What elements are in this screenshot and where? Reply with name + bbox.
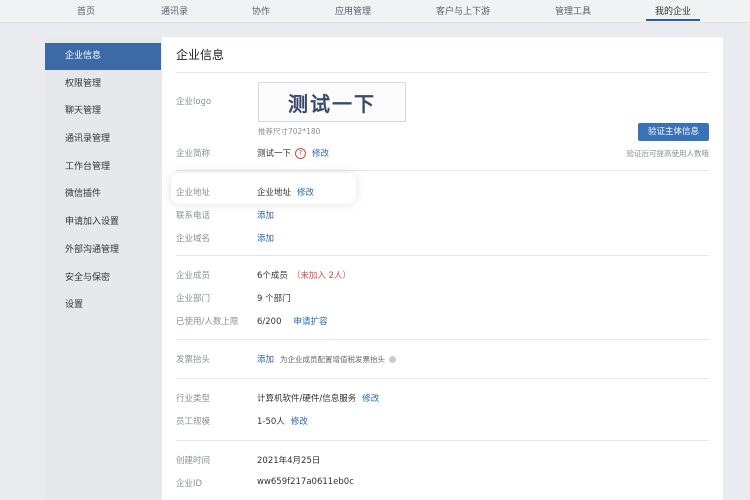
sidebar-item-contacts-management[interactable]: 通讯录管理 <box>45 126 161 153</box>
divider <box>176 170 709 171</box>
apply-expansion-link[interactable]: 申请扩容 <box>294 317 328 327</box>
sidebar-item-wechat-plugin[interactable]: 微信插件 <box>45 181 161 208</box>
divider <box>176 378 709 379</box>
tab-customers-partners[interactable]: 客户与上下游 <box>436 4 490 17</box>
address-value: 企业地址 <box>257 188 292 198</box>
logo-size-hint: 推荐尺寸702*180 <box>258 127 321 136</box>
edit-short-name-link[interactable]: 修改 <box>312 149 329 159</box>
divider <box>176 339 709 340</box>
tab-app-management[interactable]: 应用管理 <box>335 4 371 17</box>
edit-staff-link[interactable]: 修改 <box>291 417 308 427</box>
sidebar-item-external-communication[interactable]: 外部沟通管理 <box>45 237 161 264</box>
quota-label: 已使用/人数上限 <box>176 317 239 327</box>
staff-row: 1-50人 修改 <box>257 415 308 427</box>
address-row: 企业地址 修改 <box>257 186 314 198</box>
active-tab-indicator <box>646 19 700 21</box>
members-not-joined[interactable]: （未加入 2人） <box>292 271 351 281</box>
add-domain-link[interactable]: 添加 <box>257 234 274 244</box>
staff-label: 员工规模 <box>176 417 211 427</box>
tab-my-enterprise[interactable]: 我的企业 <box>655 4 691 17</box>
invoice-label: 发票抬头 <box>176 355 211 365</box>
short-name-label: 企业简称 <box>176 149 211 159</box>
page-title: 企业信息 <box>176 48 225 62</box>
verify-hint: 验证后可提高使用人数哦 <box>626 149 710 158</box>
top-nav: 首页 通讯录 协作 应用管理 客户与上下游 管理工具 我的企业 <box>0 0 750 23</box>
logo-label: 企业logo <box>176 97 212 107</box>
sidebar-item-join-settings[interactable]: 申请加入设置 <box>45 209 161 236</box>
corp-id-value: ww659f217a0611eb0c <box>257 477 354 487</box>
sidebar-item-permissions[interactable]: 权限管理 <box>45 71 161 98</box>
tab-collaboration[interactable]: 协作 <box>252 4 270 17</box>
sidebar: 企业信息 权限管理 聊天管理 通讯录管理 工作台管理 微信插件 申请加入设置 外… <box>45 37 161 500</box>
quota-row: 6/200 申请扩容 <box>257 315 328 327</box>
phone-label: 联系电话 <box>176 211 211 221</box>
tab-home[interactable]: 首页 <box>77 4 95 17</box>
main-panel: 企业信息 企业logo 测试一下 推荐尺寸702*180 验证主体信息 验证后可… <box>162 37 723 500</box>
add-invoice-link[interactable]: 添加 <box>257 355 274 365</box>
created-label: 创建时间 <box>176 456 211 466</box>
quota-value: 6/200 <box>257 317 282 327</box>
tab-contacts[interactable]: 通讯录 <box>161 4 188 17</box>
verify-entity-button[interactable]: 验证主体信息 <box>638 123 709 141</box>
info-icon[interactable] <box>389 356 397 363</box>
enterprise-logo[interactable]: 测试一下 <box>258 82 406 122</box>
members-value: 6个成员 <box>257 271 288 281</box>
divider <box>176 255 709 256</box>
add-phone-link[interactable]: 添加 <box>257 211 274 221</box>
sidebar-item-settings[interactable]: 设置 <box>45 292 161 319</box>
sidebar-item-chat-management[interactable]: 聊天管理 <box>45 98 161 125</box>
address-label: 企业地址 <box>176 188 211 198</box>
staff-value: 1-50人 <box>257 417 285 427</box>
invoice-tip: 为企业成员配置增值税发票抬头 <box>280 355 386 364</box>
sidebar-item-enterprise-info[interactable]: 企业信息 <box>45 43 161 70</box>
domain-label: 企业域名 <box>176 234 211 244</box>
industry-row: 计算机软件/硬件/信息服务 修改 <box>257 392 379 404</box>
tab-management-tools[interactable]: 管理工具 <box>555 4 591 17</box>
members-row: 6个成员 （未加入 2人） <box>257 269 351 281</box>
edit-address-link[interactable]: 修改 <box>297 188 314 198</box>
members-label: 企业成员 <box>176 271 211 281</box>
sidebar-item-workbench-management[interactable]: 工作台管理 <box>45 154 161 181</box>
divider <box>176 440 709 441</box>
sidebar-item-security[interactable]: 安全与保密 <box>45 265 161 292</box>
help-icon[interactable]: ? <box>295 148 307 159</box>
industry-value: 计算机软件/硬件/信息服务 <box>257 394 357 404</box>
invoice-row: 添加 为企业成员配置增值税发票抬头 <box>257 353 397 365</box>
created-value: 2021年4月25日 <box>257 456 321 466</box>
phone-row: 添加 <box>257 209 274 221</box>
industry-label: 行业类型 <box>176 394 211 404</box>
domain-row: 添加 <box>257 232 274 244</box>
departments-value: 9 个部门 <box>257 294 291 304</box>
departments-label: 企业部门 <box>176 294 211 304</box>
short-name-value: 测试一下 <box>257 149 292 159</box>
edit-industry-link[interactable]: 修改 <box>362 394 379 404</box>
divider <box>176 72 709 73</box>
short-name-row: 测试一下? 修改 <box>257 147 329 159</box>
corp-id-label: 企业ID <box>176 479 203 489</box>
